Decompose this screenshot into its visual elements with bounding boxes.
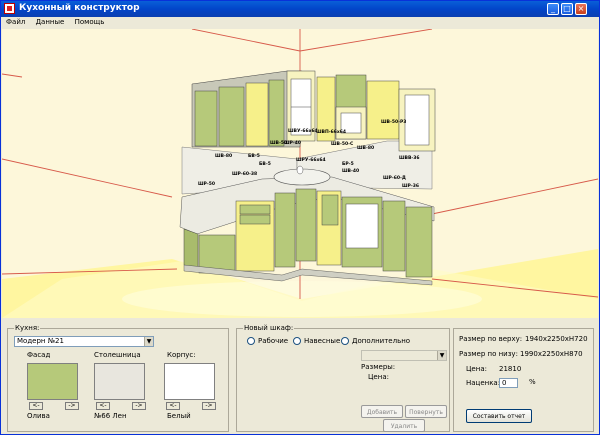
body-value: Белый bbox=[167, 412, 191, 420]
facade-next-button[interactable]: -> bbox=[65, 402, 79, 410]
countertop-next-button[interactable]: -> bbox=[132, 402, 146, 410]
countertop-prev-button[interactable]: <- bbox=[96, 402, 110, 410]
scene-label: БВ-5 bbox=[248, 153, 260, 159]
markup-input[interactable]: 0 bbox=[499, 378, 518, 388]
new-cabinet-label: Новый шкаф: bbox=[243, 324, 295, 332]
chevron-down-icon[interactable]: ▼ bbox=[144, 337, 153, 346]
kitchen-group: Кухня: Модерн №21 ▼ Фасад Столешница Кор… bbox=[7, 324, 229, 432]
top-size-value: 1940х2250хН720 bbox=[525, 335, 588, 343]
scene-label: БВ-5 bbox=[259, 161, 271, 167]
price-label: Цена: bbox=[466, 365, 487, 373]
scene-label: ШР-60-38 bbox=[232, 171, 257, 177]
scene-label: ШР-36 bbox=[402, 183, 419, 189]
countertop-label: Столешница bbox=[94, 351, 141, 359]
radio-wall-label[interactable]: Навесные bbox=[304, 337, 340, 345]
bottom-panel: Кухня: Модерн №21 ▼ Фасад Столешница Кор… bbox=[5, 322, 596, 434]
scene-label: ШВ-40 bbox=[342, 168, 359, 174]
facade-prev-button[interactable]: <- bbox=[29, 402, 43, 410]
title-bar[interactable]: Кухонный конструктор _ □ × bbox=[1, 1, 599, 17]
scene-label: БР-5 bbox=[342, 161, 354, 167]
chevron-down-icon[interactable]: ▼ bbox=[437, 351, 446, 360]
radio-working[interactable] bbox=[247, 337, 255, 345]
report-button[interactable]: Составить отчет bbox=[466, 409, 532, 423]
close-button[interactable]: × bbox=[575, 3, 587, 15]
app-icon bbox=[4, 3, 15, 14]
radio-working-label[interactable]: Рабочие bbox=[258, 337, 288, 345]
scene-label: ШВ-80 bbox=[215, 153, 232, 159]
main-window: Кухонный конструктор _ □ × Файл Данные П… bbox=[0, 0, 600, 435]
facade-label: Фасад bbox=[27, 351, 51, 359]
kitchen-select-value: Модерн №21 bbox=[17, 337, 64, 345]
facade-swatch[interactable] bbox=[27, 363, 78, 400]
cabinet-type-select[interactable]: ▼ bbox=[361, 350, 447, 361]
radio-extra[interactable] bbox=[341, 337, 349, 345]
body-prev-button[interactable]: <- bbox=[166, 402, 180, 410]
kitchen-select[interactable]: Модерн №21 ▼ bbox=[14, 336, 154, 347]
delete-button[interactable]: Удалить bbox=[383, 419, 425, 432]
scene-label: ШВП-66х64 bbox=[316, 129, 346, 135]
sizes-label: Размеры: bbox=[361, 363, 396, 371]
price-label-new: Цена: bbox=[368, 373, 389, 381]
body-swatch[interactable] bbox=[164, 363, 215, 400]
price-value: 21810 bbox=[499, 365, 522, 373]
scene-label: ШР-40 bbox=[284, 140, 301, 146]
minimize-button[interactable]: _ bbox=[547, 3, 559, 15]
bottom-size-value: 1990х2250хН870 bbox=[520, 350, 583, 358]
scene-label: ШВВ-36 bbox=[399, 155, 420, 161]
rotate-button[interactable]: Повернуть bbox=[405, 405, 447, 418]
countertop-value: №66 Лен bbox=[94, 412, 127, 420]
scene-label: ШВУ-66х64 bbox=[288, 128, 318, 134]
markup-unit: % bbox=[529, 378, 536, 386]
menu-data[interactable]: Данные bbox=[36, 17, 65, 28]
scene-label: ШВ-80 bbox=[357, 145, 374, 151]
new-cabinet-group: Новый шкаф: Рабочие Навесные Дополнитель… bbox=[236, 324, 450, 432]
body-next-button[interactable]: -> bbox=[202, 402, 216, 410]
top-size-label: Размер по верху: bbox=[459, 335, 523, 343]
scene-label: ШРУ-66х64 bbox=[296, 157, 326, 163]
summary-group: Размер по верху: 1940х2250хН720 Размер п… bbox=[453, 328, 594, 432]
radio-wall[interactable] bbox=[293, 337, 301, 345]
menu-bar: Файл Данные Помощь bbox=[1, 17, 599, 28]
kitchen-3d-view[interactable]: ШВ-80 БВ-5 ШВУ-66х64 ШВ-50 ШВ-50-С ШВ-50… bbox=[2, 29, 598, 318]
scene-label: ШВ-50-Р3 bbox=[381, 119, 406, 125]
menu-help[interactable]: Помощь bbox=[75, 17, 105, 28]
maximize-button[interactable]: □ bbox=[561, 3, 573, 15]
markup-label: Наценка: bbox=[466, 379, 501, 387]
kitchen-label: Кухня: bbox=[14, 324, 41, 332]
body-label: Корпус: bbox=[167, 351, 196, 359]
bottom-size-label: Размер по низу: bbox=[459, 350, 518, 358]
facade-value: Олива bbox=[27, 412, 50, 420]
scene-label: ШР-50 bbox=[198, 181, 215, 187]
countertop-swatch[interactable] bbox=[94, 363, 145, 400]
radio-extra-label[interactable]: Дополнительно bbox=[352, 337, 410, 345]
scene-label: ШВ-50-С bbox=[331, 141, 354, 147]
window-title: Кухонный конструктор bbox=[19, 3, 140, 13]
menu-file[interactable]: Файл bbox=[6, 17, 25, 28]
scene-label: ШР-60-Д bbox=[383, 175, 406, 181]
add-button[interactable]: Добавить bbox=[361, 405, 403, 418]
